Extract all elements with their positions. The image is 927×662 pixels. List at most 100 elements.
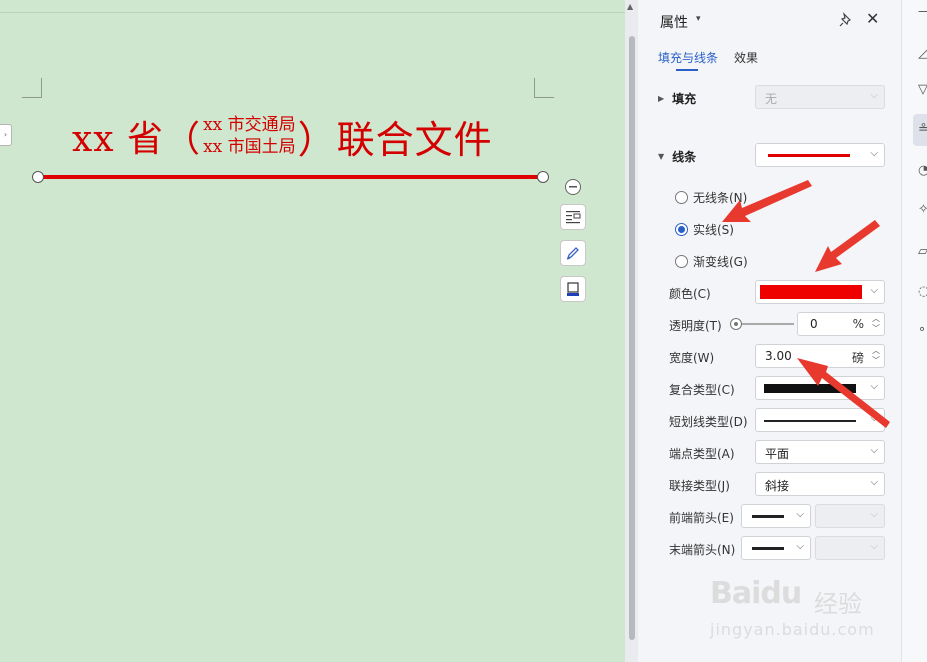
left-edge-tab[interactable]: ›	[0, 124, 12, 146]
style-icon[interactable]: ◔	[918, 163, 927, 178]
tab-fill-and-line[interactable]: 填充与线条	[658, 49, 718, 71]
chevron-down-icon: ⌵	[870, 413, 878, 424]
shape-outline-button[interactable]	[560, 240, 586, 266]
page-top-edge	[0, 12, 625, 13]
help-icon[interactable]: ◌	[918, 284, 927, 299]
transparency-slider-track[interactable]	[734, 323, 794, 325]
title-stacked-agencies: xx 市交通局 xx 市国土局	[203, 114, 296, 158]
line-width-input[interactable]: 3.00 磅 ︿ ﹀	[755, 344, 885, 368]
transparency-value: 0	[810, 317, 818, 331]
dash-type-preview	[764, 420, 856, 422]
radio-gradient-line-label: 渐变线(G)	[693, 255, 748, 269]
title-suffix: ）联合文件	[297, 117, 493, 162]
crop-mark-left	[22, 78, 42, 98]
begin-arrow-size-select[interactable]: ⌵	[815, 504, 885, 528]
chevron-down-icon: ⌵	[870, 90, 878, 101]
section-fill-label: 填充	[672, 92, 697, 106]
radio-no-line-dot[interactable]	[675, 191, 688, 204]
panel-title[interactable]: 属性	[660, 12, 688, 32]
radio-solid-line-dot[interactable]	[675, 223, 688, 236]
watermark-url: jingyan.baidu.com	[710, 620, 875, 639]
line-preset-select[interactable]: ⌵	[755, 143, 885, 167]
line-color-swatch	[760, 285, 862, 299]
chevron-down-icon: ⌵	[796, 541, 804, 552]
chevron-down-icon: ⌵	[870, 541, 878, 552]
radio-solid-line[interactable]: 实线(S)	[675, 221, 734, 238]
compound-type-label: 复合类型(C)	[669, 383, 735, 397]
begin-arrow-select[interactable]: ⌵	[741, 504, 811, 528]
collapse-icon[interactable]: —	[918, 4, 927, 19]
more-icon[interactable]: ∘	[918, 322, 926, 337]
selected-red-line[interactable]	[38, 175, 543, 179]
fill-color-icon	[567, 282, 579, 296]
line-handle-end[interactable]	[537, 171, 549, 183]
radio-solid-line-label: 实线(S)	[693, 223, 734, 237]
chevron-down-icon: ⌵	[870, 285, 878, 296]
property-panel: 属性 ▾ ✕ 填充与线条 效果 ▶ 填充 无 ⌵ ▼ 线条 ⌵ 无线条(N) 实…	[638, 0, 901, 662]
dash-type-label: 短划线类型(D)	[669, 415, 748, 429]
chevron-down-icon: ⌵	[870, 148, 878, 159]
watermark-brand: Baidu	[710, 576, 802, 611]
chevron-down-icon[interactable]: ▾	[696, 14, 701, 24]
tool-icon[interactable]: ✧	[918, 202, 927, 217]
transparency-input[interactable]: 0 % ︿ ﹀	[797, 312, 885, 336]
line-color-picker[interactable]: ⌵	[755, 280, 885, 304]
join-type-select[interactable]: 斜接 ⌵	[755, 472, 885, 496]
join-type-label: 联接类型(J)	[669, 479, 730, 493]
line-handle-start[interactable]	[32, 171, 44, 183]
cap-type-label: 端点类型(A)	[669, 447, 735, 461]
pin-icon[interactable]	[838, 12, 854, 28]
layout-options-button[interactable]	[560, 204, 586, 230]
watermark-brand-cn: 经验	[814, 590, 862, 618]
line-width-unit: 磅	[851, 351, 864, 365]
chevron-down-icon: ⌵	[870, 477, 878, 488]
scrollbar-thumb[interactable]	[629, 36, 635, 640]
tag-icon[interactable]: ▱	[918, 244, 927, 259]
shape-icon[interactable]: ◿	[918, 46, 927, 61]
select-icon[interactable]: ▽	[918, 82, 927, 97]
baidu-watermark: Baidu 经验 jingyan.baidu.com	[706, 566, 896, 646]
stepper-icon[interactable]: ︿ ﹀	[872, 346, 880, 366]
radio-gradient-line-dot[interactable]	[675, 255, 688, 268]
begin-arrow-preview	[752, 515, 784, 518]
dash-type-select[interactable]: ⌵	[755, 408, 885, 432]
title-prefix: xx 省（	[72, 119, 202, 160]
section-line-label: 线条	[672, 150, 697, 164]
width-label: 宽度(W)	[669, 351, 715, 365]
document-canvas[interactable]: › xx 省（ xx 市交通局 xx 市国土局 ）联合文件	[0, 0, 625, 662]
document-header-title[interactable]: xx 省（ xx 市交通局 xx 市国土局 ）联合文件	[72, 108, 493, 164]
chevron-right-icon: ▶	[658, 94, 665, 103]
stepper-icon[interactable]: ︿ ﹀	[872, 314, 880, 334]
compound-type-select[interactable]: ⌵	[755, 376, 885, 400]
end-arrow-select[interactable]: ⌵	[741, 536, 811, 560]
shape-fill-button[interactable]	[560, 276, 586, 302]
cap-type-select[interactable]: 平面 ⌵	[755, 440, 885, 464]
end-arrow-label: 末端箭头(N)	[669, 543, 736, 557]
section-fill[interactable]: ▶ 填充	[658, 90, 696, 107]
section-line[interactable]: ▼ 线条	[658, 148, 696, 165]
vertical-scrollbar[interactable]: ▲	[625, 0, 638, 662]
close-icon[interactable]: ✕	[866, 11, 879, 27]
layout-options-icon	[566, 211, 581, 224]
pen-icon	[566, 247, 579, 260]
radio-no-line[interactable]: 无线条(N)	[675, 189, 747, 206]
compound-type-preview	[764, 384, 856, 393]
radio-gradient-line[interactable]: 渐变线(G)	[675, 253, 748, 270]
property-icon[interactable]: ≗	[918, 122, 927, 137]
end-arrow-size-select[interactable]: ⌵	[815, 536, 885, 560]
transparency-slider-knob[interactable]	[730, 318, 742, 330]
scroll-expand-icon[interactable]: ▲	[627, 2, 633, 11]
chevron-down-icon: ⌵	[870, 445, 878, 456]
right-side-toolbar: — ◿ ▽ ≗ ◔ ✧ ▱ ◌ ∘	[901, 0, 927, 662]
transparency-unit: %	[852, 317, 864, 331]
end-arrow-preview	[752, 547, 784, 550]
chevron-down-icon: ▼	[658, 152, 665, 161]
tab-effect[interactable]: 效果	[734, 49, 758, 66]
panel-header: 属性 ▾ ✕	[638, 0, 901, 40]
crop-mark-right	[534, 78, 554, 98]
minus-circle-icon[interactable]	[565, 179, 581, 195]
title-agency-2: xx 市国土局	[203, 137, 296, 157]
fill-select[interactable]: 无 ⌵	[755, 85, 885, 109]
line-preset-preview	[768, 154, 850, 157]
transparency-label: 透明度(T)	[669, 319, 722, 333]
